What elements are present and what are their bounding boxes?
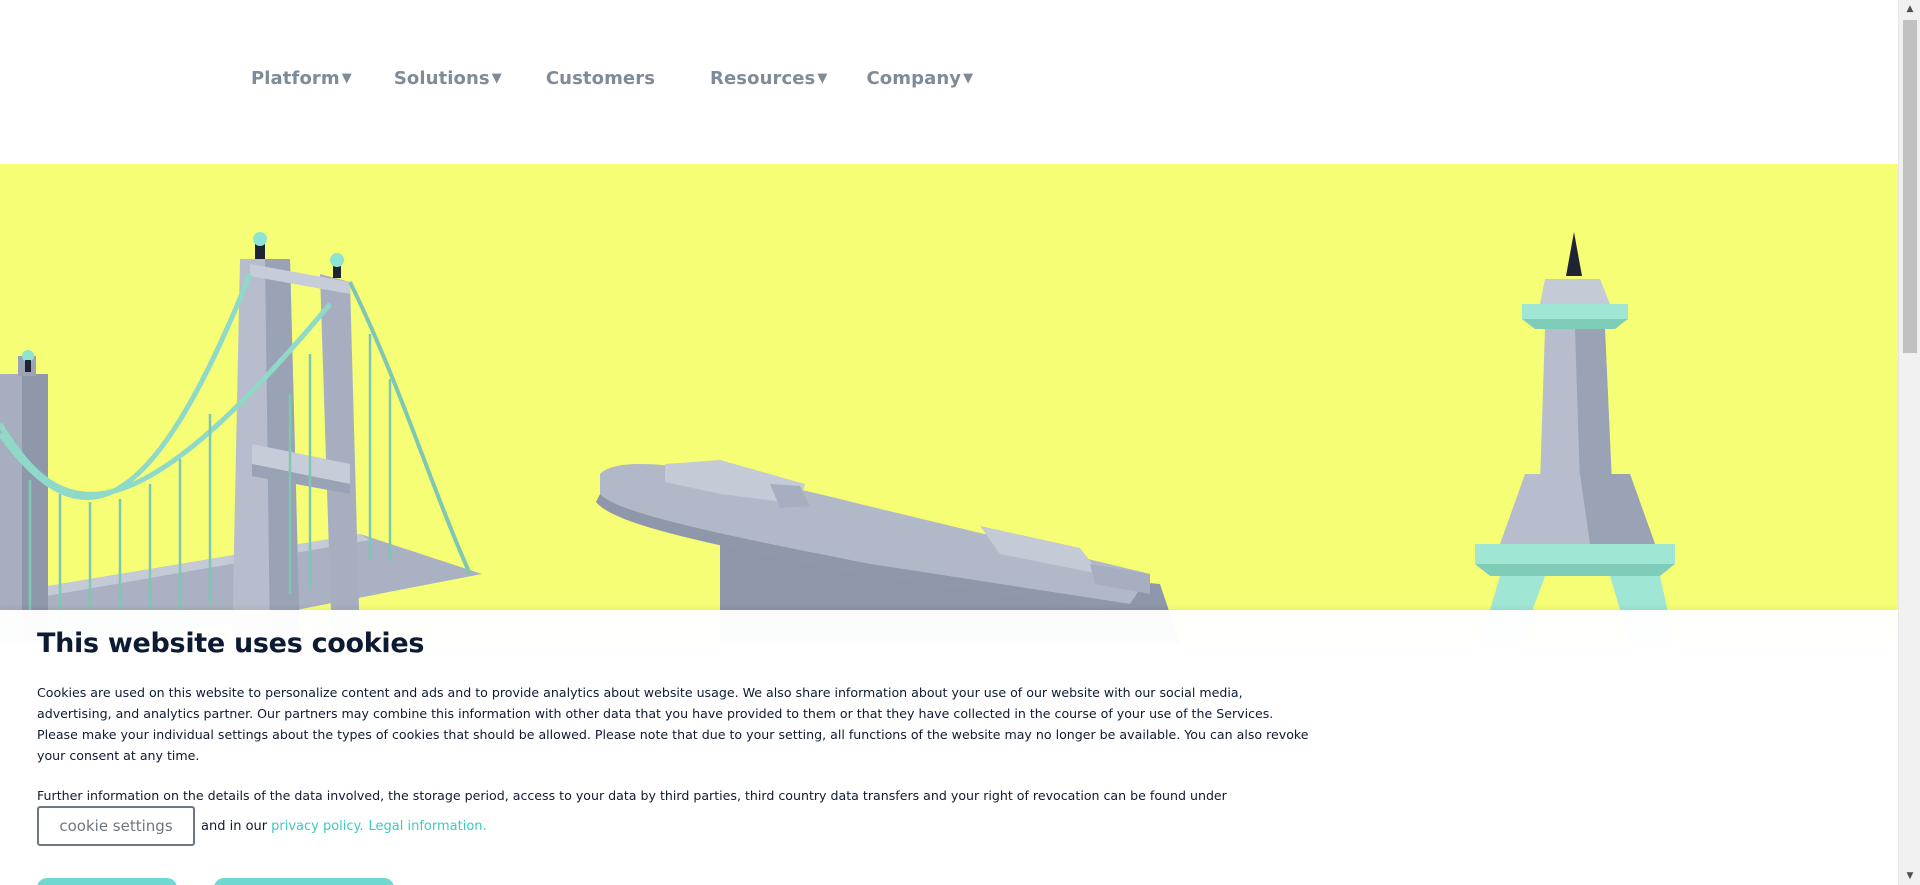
cookie-banner: This website uses cookies Cookies are us…	[0, 610, 1898, 885]
scroll-thumb[interactable]	[1903, 20, 1917, 353]
cookie-title: This website uses cookies	[37, 628, 425, 659]
main-nav: Platform ▼ Solutions ▼ Customers Resources…	[251, 68, 973, 89]
caret-down-icon: ▼	[963, 71, 974, 86]
nav-label: Company	[866, 68, 962, 89]
nav-company[interactable]: Company ▼	[866, 68, 973, 89]
privacy-policy-link[interactable]: privacy policy.	[271, 819, 363, 834]
cookie-further-text: Further information on the details of th…	[37, 788, 1227, 803]
nav-label: Platform	[251, 68, 340, 89]
vertical-scrollbar[interactable]: ▲ ▼	[1898, 0, 1920, 885]
accept-button-partial[interactable]	[37, 878, 177, 885]
eiffel-tower-illustration	[1475, 232, 1675, 644]
bridge-illustration	[0, 232, 482, 644]
caret-down-icon: ▼	[491, 71, 502, 86]
and-in-our-text: and in our	[201, 818, 268, 834]
hero-banner	[0, 164, 1898, 644]
nav-customers[interactable]: Customers	[546, 68, 655, 89]
site-header: Platform ▼ Solutions ▼ Customers Resources…	[0, 0, 1898, 164]
legal-information-link[interactable]: Legal information.	[369, 819, 487, 834]
hero-illustration	[0, 232, 1675, 644]
nav-resources[interactable]: Resources ▼	[710, 68, 827, 89]
nav-label: Solutions	[393, 68, 490, 89]
caret-down-icon: ▼	[341, 71, 352, 86]
nav-label: Customers	[545, 68, 656, 89]
nav-label: Resources	[710, 68, 816, 89]
cookie-settings-button[interactable]: cookie settings	[37, 806, 195, 846]
page-viewport: Platform ▼ Solutions ▼ Customers Resources…	[0, 0, 1898, 885]
cookie-links-row: cookie settings and in our privacy polic…	[37, 806, 487, 846]
scroll-up-arrow-icon[interactable]: ▲	[1899, 0, 1920, 18]
nav-solutions[interactable]: Solutions ▼	[394, 68, 502, 89]
nav-platform[interactable]: Platform ▼	[251, 68, 352, 89]
caret-down-icon: ▼	[817, 71, 828, 86]
scroll-down-arrow-icon[interactable]: ▼	[1899, 867, 1920, 885]
cookie-body-text: Cookies are used on this website to pers…	[37, 685, 1309, 763]
settings-button-partial[interactable]	[214, 878, 394, 885]
